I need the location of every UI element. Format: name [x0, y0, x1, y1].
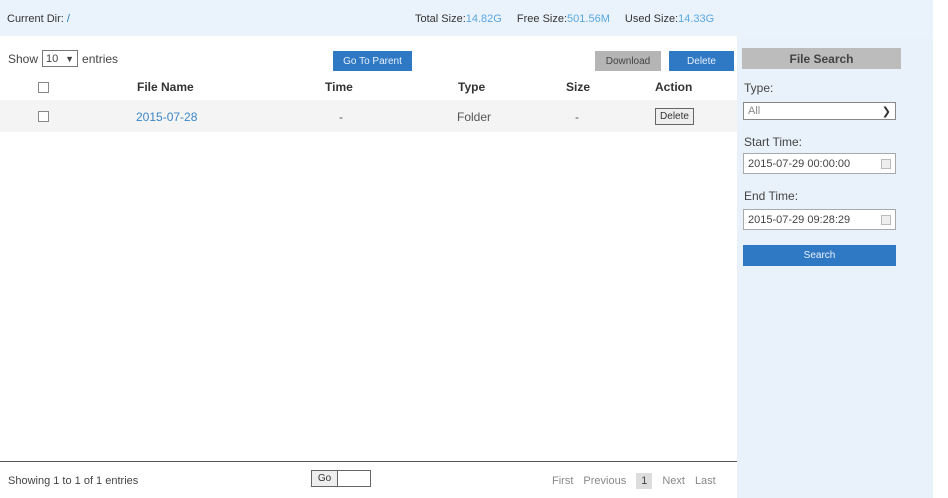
current-page[interactable]: 1 [636, 473, 653, 489]
page-jump: Go [311, 470, 371, 487]
col-size[interactable]: Size [566, 80, 590, 94]
search-button[interactable]: Search [743, 245, 896, 266]
start-time-input[interactable]: 2015-07-29 00:00:00 [743, 153, 896, 174]
delete-button[interactable]: Delete [669, 51, 734, 71]
table-header: File Name Time Type Size Action [0, 74, 737, 100]
chevron-down-icon: ❯ [881, 105, 891, 118]
next-page-link[interactable]: Next [662, 475, 685, 487]
page-length-control: Show 10 ▼ entries [8, 50, 118, 67]
last-page-link[interactable]: Last [695, 475, 716, 487]
file-list-panel: Show 10 ▼ entries Go To Parent Download … [0, 36, 737, 498]
calendar-icon[interactable] [881, 214, 891, 225]
end-time-input[interactable]: 2015-07-29 09:28:29 [743, 209, 896, 230]
download-button[interactable]: Download [595, 51, 661, 71]
file-search-title: File Search [742, 48, 901, 69]
go-button[interactable]: Go [311, 470, 338, 487]
type-label: Type: [744, 81, 774, 95]
col-time[interactable]: Time [325, 80, 353, 94]
entries-label: entries [82, 51, 119, 66]
col-action: Action [655, 80, 693, 94]
type-select[interactable]: All ❯ [743, 102, 896, 120]
calendar-icon[interactable] [881, 158, 891, 169]
end-time-value: 2015-07-29 09:28:29 [748, 213, 851, 226]
entries-info: Showing 1 to 1 of 1 entries [8, 475, 139, 487]
go-to-parent-button[interactable]: Go To Parent [333, 51, 412, 71]
table-footer: Showing 1 to 1 of 1 entries Go First Pre… [0, 462, 737, 498]
col-file-name[interactable]: File Name [137, 80, 194, 94]
row-delete-button[interactable]: Delete [655, 108, 694, 125]
show-label: Show [8, 51, 39, 66]
col-type[interactable]: Type [458, 80, 485, 94]
status-bar: Current Dir: / Total Size:14.82G Free Si… [0, 0, 933, 36]
start-time-value: 2015-07-29 00:00:00 [748, 157, 851, 170]
total-size-label: Total Size: [415, 13, 466, 25]
table-row: 2015-07-28 - Folder - Delete [0, 100, 737, 132]
select-all-checkbox[interactable] [38, 82, 49, 93]
first-page-link[interactable]: First [552, 475, 573, 487]
row-type: Folder [457, 110, 492, 124]
file-search-panel: File Search Type: All ❯ Start Time: 2015… [737, 36, 933, 498]
end-time-label: End Time: [744, 189, 799, 203]
pagination: First Previous 1 Next Last [552, 473, 716, 489]
current-dir-label: Current Dir: [7, 13, 64, 25]
file-name-link[interactable]: 2015-07-28 [136, 110, 197, 124]
page-jump-input[interactable] [338, 470, 371, 487]
total-size-value: 14.82G [465, 13, 502, 25]
page-length-select[interactable]: 10 ▼ [42, 50, 79, 67]
free-size-label: Free Size: [516, 13, 568, 25]
previous-page-link[interactable]: Previous [583, 475, 626, 487]
used-size-label: Used Size: [624, 13, 679, 25]
current-dir: Current Dir: / [7, 13, 70, 25]
chevron-down-icon: ▼ [65, 53, 75, 64]
current-dir-value[interactable]: / [67, 13, 70, 25]
page-length-value: 10 [46, 52, 59, 65]
type-value: All [748, 105, 761, 117]
used-size-value: 14.33G [678, 13, 715, 25]
row-checkbox[interactable] [38, 111, 49, 122]
free-size-value: 501.56M [567, 13, 610, 25]
row-size: - [575, 110, 579, 124]
storage-sizes: Total Size:14.82G Free Size:501.56M Used… [415, 13, 714, 25]
page-edge [933, 0, 948, 498]
start-time-label: Start Time: [744, 135, 803, 149]
row-time: - [339, 110, 343, 124]
